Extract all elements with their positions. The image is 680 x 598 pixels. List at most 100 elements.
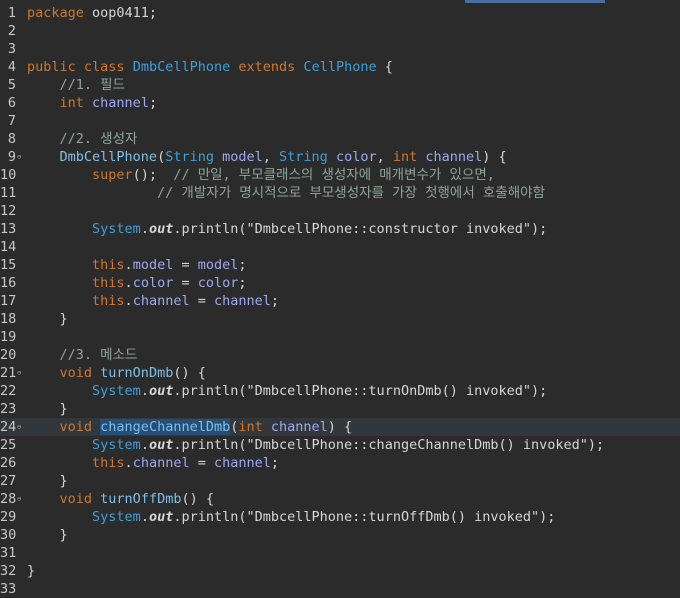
line-number: 4 (7, 59, 16, 75)
code-token: //1. 필드 (27, 77, 126, 93)
code-line[interactable]: 12 (0, 202, 680, 220)
code-token: color (335, 149, 377, 165)
code-token: , (262, 149, 280, 165)
line-number: 6 (7, 95, 16, 111)
line-number: 32 (0, 563, 17, 579)
code-line[interactable]: 20 //3. 메소드 (0, 346, 680, 364)
code-line[interactable]: 33 (0, 580, 680, 598)
code-line[interactable]: 21 ⊖ void turnOnDmb() { (0, 364, 680, 382)
code-token: ; (270, 455, 280, 471)
code-line[interactable]: 27 } (0, 472, 680, 490)
line-number: 20 (0, 347, 17, 363)
code-text: System.out.println("DmbcellPhone::constr… (27, 220, 547, 238)
code-token: model (222, 149, 263, 165)
code-line[interactable]: 14 (0, 238, 680, 256)
code-token: model (197, 257, 239, 273)
line-number: 3 (7, 41, 16, 57)
code-token: println (181, 383, 239, 399)
code-text: //2. 생성자 (27, 130, 138, 148)
code-token: . (140, 509, 149, 525)
collapse-icon[interactable]: ⊖ (17, 418, 25, 436)
code-token: CellPhone (303, 59, 377, 75)
code-line[interactable]: 5 //1. 필드 (0, 76, 680, 94)
line-number: 24 (0, 419, 17, 435)
line-number: 28 (0, 491, 17, 507)
code-text: } (27, 562, 35, 580)
code-line[interactable]: 19 (0, 328, 680, 346)
code-line[interactable]: 16 this.color = color; (0, 274, 680, 292)
collapse-icon[interactable]: ⊖ (17, 490, 25, 508)
line-number: 1 (7, 5, 16, 21)
code-line[interactable]: 13 System.out.println("DmbcellPhone::con… (0, 220, 680, 238)
code-token: ("DmbcellPhone::turnOffDmb() invoked"); (238, 509, 556, 525)
code-token: System (92, 509, 141, 525)
line-number: 9 (7, 149, 16, 165)
code-token: System (92, 437, 141, 453)
line-number: 23 (0, 401, 17, 417)
code-line[interactable]: 1 package oop0411; (0, 4, 680, 22)
code-text: } (27, 400, 68, 418)
code-line[interactable]: 26 this.channel = channel; (0, 454, 680, 472)
code-token: ; (238, 275, 247, 291)
code-token: out (148, 437, 174, 453)
code-token: out (148, 221, 174, 237)
code-text: super(); // 만일, 부모클래스의 생성자에 매개변수가 있으면, (27, 166, 495, 184)
code-line[interactable]: 6 int channel; (0, 94, 680, 112)
code-line[interactable]: 3 (0, 40, 680, 58)
code-line[interactable]: 24 ⊖ void changeChannelDmb(int channel) { (0, 418, 680, 436)
code-token: //2. 생성자 (27, 131, 138, 147)
code-token: color (132, 275, 174, 291)
code-token: . (140, 221, 149, 237)
code-text: System.out.println("DmbcellPhone::turnOf… (27, 508, 555, 526)
code-line[interactable]: 9 ⊖ DmbCellPhone(String model, String col… (0, 148, 680, 166)
code-line[interactable]: 30 } (0, 526, 680, 544)
code-line[interactable]: 15 this.model = model; (0, 256, 680, 274)
code-text: //1. 필드 (27, 76, 126, 94)
code-token: . (124, 275, 133, 291)
line-number: 2 (7, 23, 16, 39)
code-token: , (376, 149, 393, 165)
code-token: { (376, 59, 393, 75)
code-token: () { (173, 365, 206, 381)
code-line[interactable]: 31 (0, 544, 680, 562)
code-line[interactable]: 18 } (0, 310, 680, 328)
code-line[interactable]: 29 System.out.println("DmbcellPhone::tur… (0, 508, 680, 526)
collapse-icon[interactable]: ⊖ (17, 364, 25, 382)
code-editor[interactable]: 1 package oop0411; 2 3 4 public class DmbCell… (0, 0, 680, 597)
code-line[interactable]: 17 this.channel = channel; (0, 292, 680, 310)
code-text: //3. 메소드 (27, 346, 138, 364)
code-line[interactable]: 7 (0, 112, 680, 130)
line-number: 17 (0, 293, 17, 309)
code-line[interactable]: 8 //2. 생성자 (0, 130, 680, 148)
line-number: 16 (0, 275, 17, 291)
code-line[interactable]: 23 } (0, 400, 680, 418)
line-number: 7 (7, 113, 16, 129)
code-line[interactable]: 28 ⊖ void turnOffDmb() { (0, 490, 680, 508)
code-token: ("DmbcellPhone::changeChannelDmb() invok… (238, 437, 605, 453)
code-line[interactable]: 11 // 개발자가 명시적으로 부모생성자를 가장 첫행에서 호출해야함 (0, 184, 680, 202)
code-token: . (124, 455, 133, 471)
code-line[interactable]: 2 (0, 22, 680, 40)
code-token: out (148, 509, 174, 525)
code-line[interactable]: 32} (0, 562, 680, 580)
code-text: System.out.println("DmbcellPhone::turnOn… (27, 382, 547, 400)
code-line[interactable]: 4 public class DmbCellPhone extends CellP… (0, 58, 680, 76)
code-token: package (27, 5, 84, 21)
collapse-icon[interactable]: ⊖ (17, 148, 25, 166)
code-line[interactable]: 25 System.out.println("DmbcellPhone::cha… (0, 436, 680, 454)
code-token: super (92, 167, 133, 183)
code-line[interactable]: 10 super(); // 만일, 부모클래스의 생성자에 매개변수가 있으면… (0, 166, 680, 184)
code-text: this.channel = channel; (27, 292, 279, 310)
code-line[interactable]: 22 System.out.println("DmbcellPhone::tur… (0, 382, 680, 400)
